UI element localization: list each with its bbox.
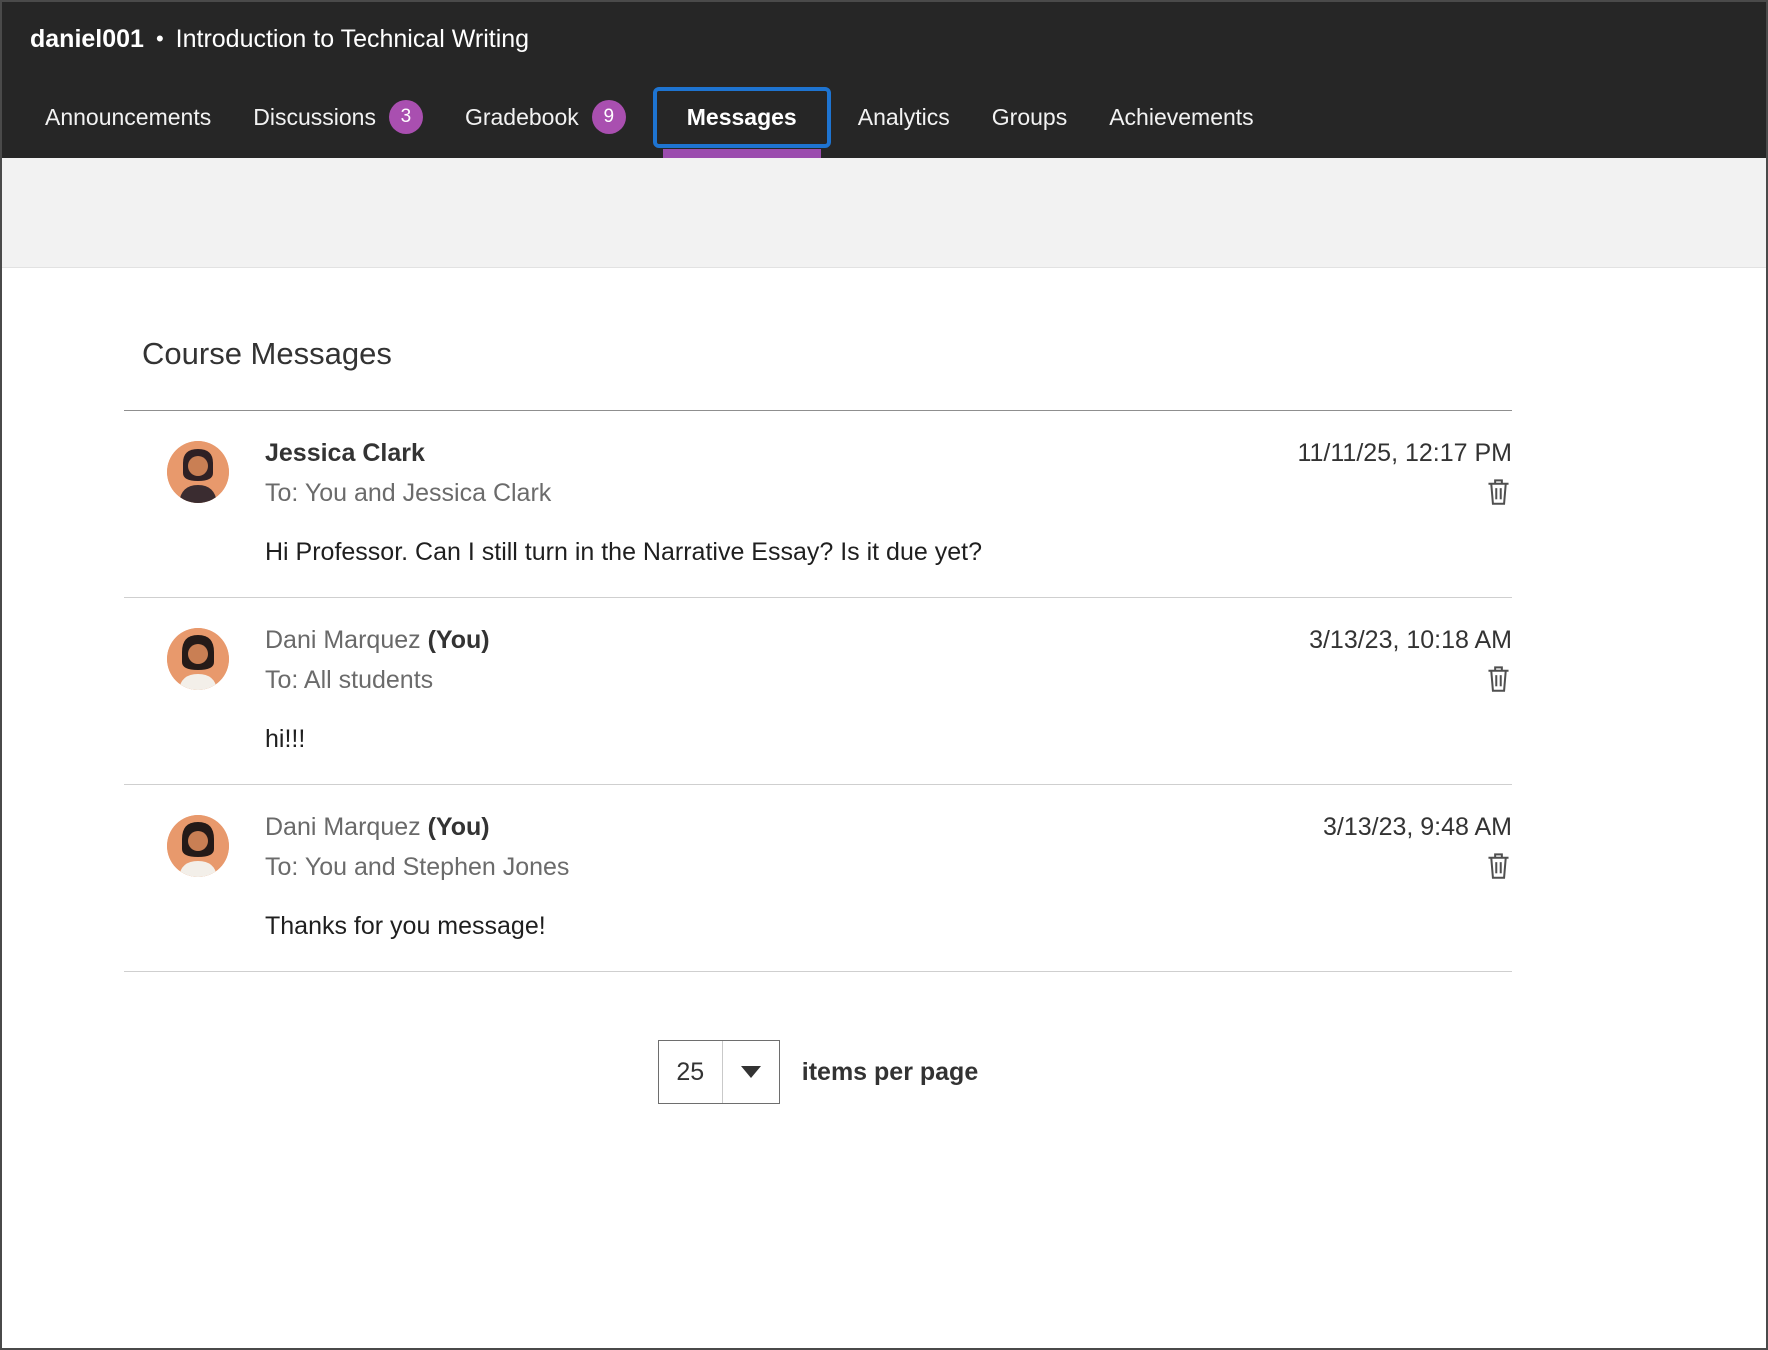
trash-icon (1485, 681, 1512, 696)
page-title: Course Messages (142, 336, 1512, 372)
nav-tab-label: Groups (992, 104, 1067, 131)
nav-tab-label: Discussions (253, 104, 376, 131)
trash-icon (1485, 868, 1512, 883)
items-per-page-value: 25 (659, 1041, 723, 1103)
delete-message-button[interactable] (1485, 851, 1512, 883)
message-body: Hi Professor. Can I still turn in the Na… (265, 538, 1512, 567)
nav-tab-label: Messages (687, 104, 797, 131)
pagination: 25 items per page (124, 1040, 1512, 1104)
avatar (167, 441, 229, 503)
gradebook-count-badge: 9 (592, 100, 626, 134)
sender-name: Dani Marquez (265, 813, 421, 841)
nav-tab-label: Gradebook (465, 104, 579, 131)
nav-tab-messages[interactable]: Messages (653, 87, 831, 148)
username: daniel001 (30, 25, 144, 54)
message-body: hi!!! (265, 725, 1512, 754)
avatar (167, 815, 229, 877)
nav-tab-discussions[interactable]: Discussions 3 (232, 84, 444, 150)
messages-content: Course Messages Jessica (2, 336, 1766, 1104)
timestamp: 3/13/23, 10:18 AM (1309, 626, 1512, 655)
recipients: To: You and Stephen Jones (265, 853, 1323, 882)
nav-tab-achievements[interactable]: Achievements (1088, 88, 1274, 147)
nav-tab-gradebook[interactable]: Gradebook 9 (444, 84, 647, 150)
course-nav: Announcements Discussions 3 Gradebook 9 … (2, 76, 1766, 158)
sender-suffix: (You) (428, 626, 490, 654)
delete-message-button[interactable] (1485, 664, 1512, 696)
recipients: To: You and Jessica Clark (265, 479, 1297, 508)
sender-name: Dani Marquez (265, 626, 421, 654)
nav-tab-announcements[interactable]: Announcements (24, 88, 232, 147)
sender-suffix: (You) (428, 813, 490, 841)
topbar: daniel001 • Introduction to Technical Wr… (2, 2, 1766, 76)
message-row[interactable]: Dani Marquez (You) To: You and Stephen J… (124, 785, 1512, 972)
items-per-page-label: items per page (802, 1058, 978, 1087)
message-row[interactable]: Jessica Clark To: You and Jessica Clark … (124, 411, 1512, 598)
avatar (167, 628, 229, 690)
nav-tab-label: Achievements (1109, 104, 1253, 131)
nav-tab-analytics[interactable]: Analytics (837, 88, 971, 147)
discussions-count-badge: 3 (389, 100, 423, 134)
nav-tab-groups[interactable]: Groups (971, 88, 1088, 147)
timestamp: 3/13/23, 9:48 AM (1323, 813, 1512, 842)
subheader-band (2, 158, 1766, 268)
sender-name: Jessica Clark (265, 439, 425, 467)
nav-tab-label: Analytics (858, 104, 950, 131)
trash-icon (1485, 494, 1512, 509)
recipients: To: All students (265, 666, 1309, 695)
delete-message-button[interactable] (1485, 477, 1512, 509)
message-body: Thanks for you message! (265, 912, 1512, 941)
course-page: daniel001 • Introduction to Technical Wr… (0, 0, 1768, 1350)
timestamp: 11/11/25, 12:17 PM (1297, 439, 1512, 468)
message-row[interactable]: Dani Marquez (You) To: All students 3/13… (124, 598, 1512, 785)
caret-down-icon (723, 1041, 779, 1103)
title-separator: • (156, 26, 164, 52)
items-per-page-select[interactable]: 25 (658, 1040, 780, 1104)
course-title: Introduction to Technical Writing (176, 25, 529, 54)
nav-tab-label: Announcements (45, 104, 211, 131)
